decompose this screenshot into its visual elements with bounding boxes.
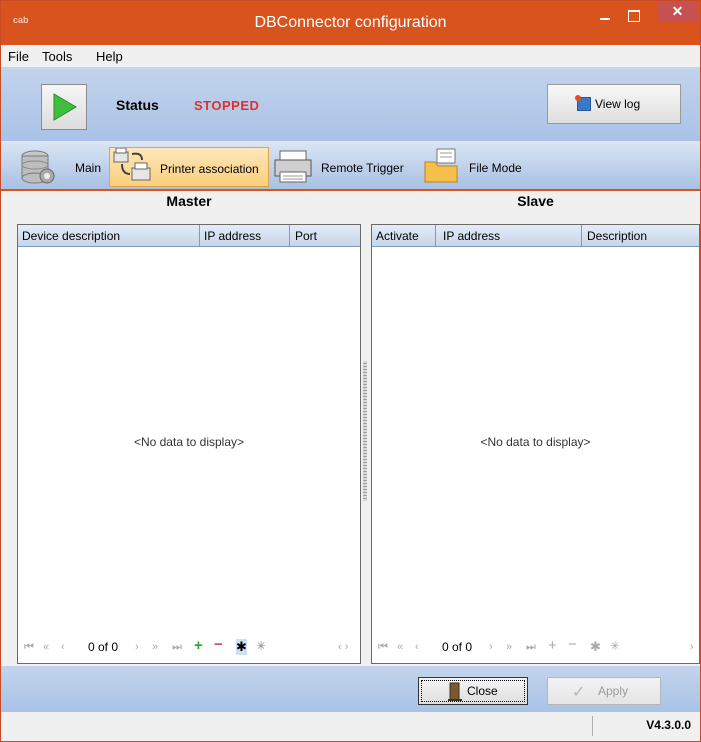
status-bar: V4.3.0.0 bbox=[1, 712, 700, 741]
nav-prev-icon[interactable]: ‹ bbox=[415, 641, 419, 653]
remove-record-icon[interactable]: − bbox=[214, 636, 223, 653]
cancel-edit-icon[interactable]: ✳ bbox=[610, 639, 620, 653]
tab-printer-association-label: Printer association bbox=[160, 162, 259, 176]
folder-file-icon bbox=[424, 148, 458, 183]
menu-help[interactable]: Help bbox=[96, 49, 123, 64]
edit-record-icon[interactable]: ✱ bbox=[590, 639, 601, 655]
printer-association-icon bbox=[113, 148, 151, 181]
nav-prev-page-icon[interactable]: « bbox=[397, 641, 403, 653]
close-label: Close bbox=[467, 684, 498, 698]
start-button[interactable] bbox=[41, 84, 87, 130]
button-bar: Close ✓ Apply bbox=[1, 666, 700, 712]
slave-heading: Slave bbox=[517, 193, 554, 209]
scroll-arrows-icon[interactable]: ‹ › bbox=[338, 641, 348, 653]
column-device-description[interactable]: Device description bbox=[22, 229, 120, 243]
tab-bar: Main Printer association Remote Trigger bbox=[1, 141, 700, 191]
view-log-button[interactable]: View log bbox=[547, 84, 681, 124]
column-divider[interactable] bbox=[199, 225, 200, 246]
close-icon: ✕ bbox=[671, 3, 684, 19]
minimize-icon bbox=[600, 18, 610, 20]
remove-record-icon[interactable]: − bbox=[568, 636, 577, 653]
status-label: Status bbox=[116, 97, 159, 113]
maximize-button[interactable] bbox=[623, 7, 645, 27]
printer-icon bbox=[274, 150, 312, 183]
column-ip-address[interactable]: IP address bbox=[204, 229, 261, 243]
master-navigator: ⏮ « ‹ 0 of 0 › » ⏭ + − ✱ ✳ ‹ › bbox=[18, 633, 360, 663]
scroll-arrow-icon[interactable]: › bbox=[690, 641, 694, 653]
menu-bar: File Tools Help bbox=[1, 45, 700, 67]
column-activate[interactable]: Activate bbox=[376, 229, 419, 243]
nav-prev-icon[interactable]: ‹ bbox=[61, 641, 65, 653]
tab-remote-trigger-label: Remote Trigger bbox=[321, 161, 404, 175]
close-window-button[interactable]: ✕ bbox=[657, 1, 698, 22]
slave-navigator: ⏮ « ‹ 0 of 0 › » ⏭ + − ✱ ✳ › bbox=[372, 633, 699, 663]
door-exit-icon bbox=[448, 682, 462, 701]
master-grid[interactable]: Device description IP address Port <No d… bbox=[17, 224, 361, 664]
master-heading: Master bbox=[166, 193, 212, 209]
log-icon bbox=[575, 95, 591, 111]
column-divider[interactable] bbox=[435, 225, 436, 246]
master-record-count: 0 of 0 bbox=[88, 640, 119, 654]
column-ip-address[interactable]: IP address bbox=[443, 229, 500, 243]
nav-first-icon[interactable]: ⏮ bbox=[378, 641, 388, 654]
column-divider[interactable] bbox=[289, 225, 290, 246]
add-record-icon[interactable]: + bbox=[548, 637, 557, 654]
pane-splitter[interactable] bbox=[363, 361, 367, 501]
cancel-edit-icon[interactable]: ✳ bbox=[256, 639, 266, 653]
nav-next-page-icon[interactable]: » bbox=[506, 641, 512, 653]
slave-grid[interactable]: Activate IP address Description <No data… bbox=[371, 224, 700, 664]
apply-button[interactable]: ✓ Apply bbox=[547, 677, 661, 705]
menu-tools[interactable]: Tools bbox=[42, 49, 72, 64]
menu-file[interactable]: File bbox=[8, 49, 29, 64]
checkmark-icon: ✓ bbox=[572, 684, 586, 701]
column-divider[interactable] bbox=[581, 225, 582, 246]
database-gear-icon bbox=[21, 150, 55, 184]
view-log-label: View log bbox=[595, 97, 641, 111]
slave-record-count: 0 of 0 bbox=[442, 640, 473, 654]
master-empty-text: <No data to display> bbox=[133, 435, 245, 449]
tab-file-mode[interactable]: File Mode bbox=[421, 147, 541, 187]
nav-prev-page-icon[interactable]: « bbox=[43, 641, 49, 653]
nav-first-icon[interactable]: ⏮ bbox=[24, 641, 34, 654]
minimize-button[interactable] bbox=[594, 7, 616, 27]
play-icon bbox=[53, 93, 77, 121]
slave-column-header: Activate IP address Description bbox=[372, 225, 699, 247]
tab-printer-association[interactable]: Printer association bbox=[109, 147, 269, 187]
app-window: cab DBConnector configuration ✕ File Too… bbox=[0, 0, 701, 742]
toolbar: Status STOPPED View log bbox=[1, 67, 700, 141]
nav-next-icon[interactable]: › bbox=[135, 641, 139, 653]
tab-main[interactable]: Main bbox=[18, 147, 108, 187]
nav-last-icon[interactable]: ⏭ bbox=[526, 641, 536, 654]
version-label: V4.3.0.0 bbox=[646, 718, 691, 732]
title-bar[interactable]: cab DBConnector configuration ✕ bbox=[1, 1, 700, 45]
tab-remote-trigger[interactable]: Remote Trigger bbox=[273, 147, 417, 187]
close-button[interactable]: Close bbox=[418, 677, 528, 705]
tab-main-label: Main bbox=[75, 161, 102, 175]
add-record-icon[interactable]: + bbox=[194, 637, 203, 654]
status-value: STOPPED bbox=[194, 98, 260, 113]
master-column-header: Device description IP address Port bbox=[18, 225, 360, 247]
column-description[interactable]: Description bbox=[587, 229, 647, 243]
nav-next-page-icon[interactable]: » bbox=[152, 641, 158, 653]
nav-next-icon[interactable]: › bbox=[489, 641, 493, 653]
tab-file-mode-label: File Mode bbox=[469, 161, 522, 175]
edit-record-icon[interactable]: ✱ bbox=[236, 639, 247, 655]
apply-label: Apply bbox=[598, 684, 629, 698]
maximize-icon bbox=[628, 10, 640, 22]
nav-last-icon[interactable]: ⏭ bbox=[172, 641, 182, 654]
column-port[interactable]: Port bbox=[295, 229, 317, 243]
slave-empty-text: <No data to display> bbox=[480, 435, 591, 449]
